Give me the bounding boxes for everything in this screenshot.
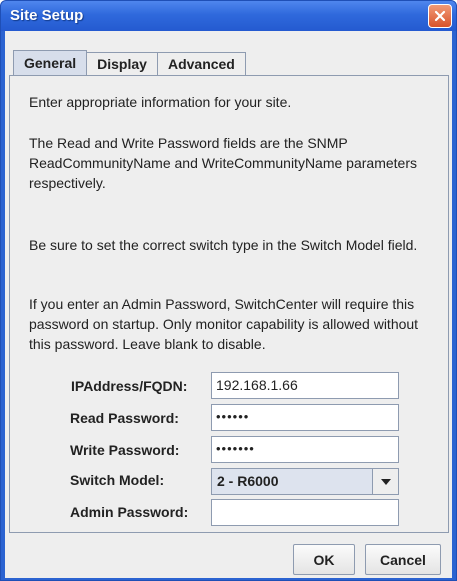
- window-title: Site Setup: [10, 7, 84, 24]
- general-tab-panel: Enter appropriate information for your s…: [9, 75, 449, 533]
- read-password-input[interactable]: ••••••: [211, 404, 399, 431]
- close-icon: [434, 10, 446, 22]
- switch-model-label: Switch Model:: [70, 472, 165, 488]
- intro-text: Enter appropriate information for your s…: [29, 94, 292, 110]
- dialog-body: General Display Advanced Enter appropria…: [5, 31, 452, 578]
- ip-address-label: IPAddress/FQDN:: [71, 378, 188, 394]
- password-info-text: The Read and Write Password fields are t…: [29, 135, 417, 191]
- write-password-input[interactable]: •••••••: [211, 436, 399, 463]
- switch-model-select[interactable]: 2 - R6000: [211, 468, 399, 495]
- close-button[interactable]: [428, 4, 452, 28]
- chevron-down-icon: [380, 478, 391, 485]
- read-password-label: Read Password:: [70, 410, 179, 426]
- ip-address-input[interactable]: 192.168.1.66: [211, 372, 399, 399]
- ok-button[interactable]: OK: [293, 544, 355, 575]
- tab-strip: General Display Advanced: [13, 50, 246, 75]
- switch-model-dropdown-button[interactable]: [372, 469, 398, 494]
- cancel-button[interactable]: Cancel: [365, 544, 441, 575]
- switch-model-value: 2 - R6000: [217, 473, 279, 489]
- switch-model-info-text: Be sure to set the correct switch type i…: [29, 237, 418, 253]
- admin-password-label: Admin Password:: [70, 504, 189, 520]
- tab-general[interactable]: General: [13, 50, 88, 75]
- title-bar[interactable]: Site Setup: [1, 1, 456, 31]
- admin-password-info-text: If you enter an Admin Password, SwitchCe…: [29, 296, 419, 352]
- site-setup-window: Site Setup General Display Advanced Ente…: [0, 0, 457, 581]
- tab-display[interactable]: Display: [86, 52, 158, 75]
- admin-password-input[interactable]: [211, 499, 399, 526]
- write-password-label: Write Password:: [70, 442, 180, 458]
- tab-advanced[interactable]: Advanced: [156, 52, 246, 75]
